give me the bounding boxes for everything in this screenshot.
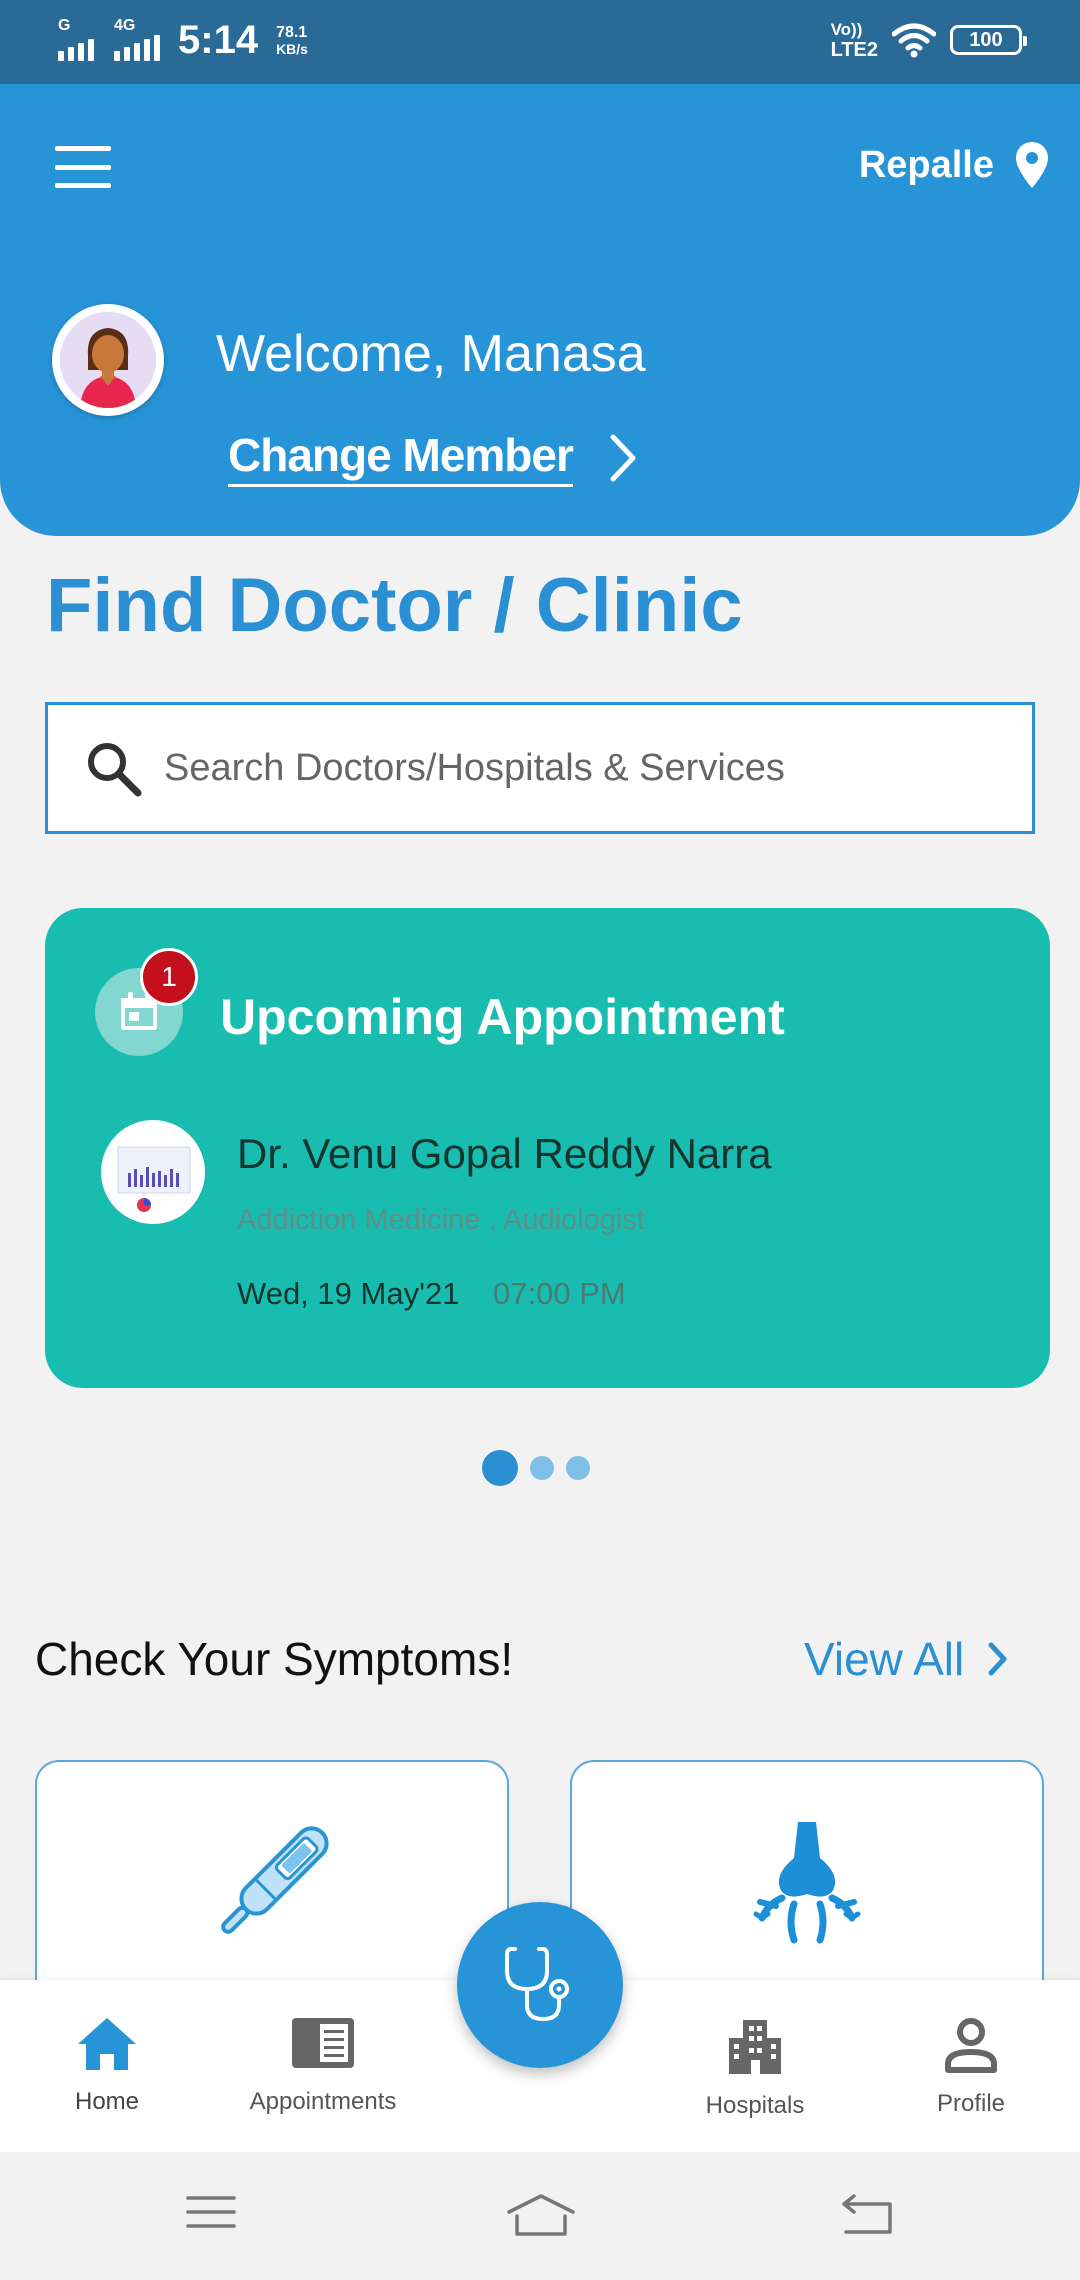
doctor-avatar: [101, 1120, 205, 1224]
thermometer-icon: [221, 1826, 329, 1934]
doctor-specialty: Addiction Medicine , Audiologist: [237, 1204, 645, 1236]
signal-sim1-icon: G: [58, 17, 94, 61]
view-all-button[interactable]: View All: [804, 1632, 1008, 1686]
status-bar: G 4G 5:14 78.1 KB/s Vo)) LTE2 100: [0, 0, 1080, 84]
nose-icon: [753, 1822, 861, 1944]
network-speed: 78.1 KB/s: [276, 23, 308, 57]
home-icon: [78, 2018, 136, 2070]
search-icon: [88, 743, 142, 797]
search-bar[interactable]: [45, 702, 1035, 834]
avatar[interactable]: [52, 304, 164, 416]
hospital-icon: [729, 2020, 781, 2074]
user-avatar-icon: [60, 312, 156, 408]
welcome-text: Welcome, Manasa: [216, 325, 646, 383]
consult-doctor-fab[interactable]: [457, 1902, 623, 2068]
stethoscope-icon: [505, 1947, 569, 2022]
volte-indicator: Vo)) LTE2: [830, 20, 878, 61]
nav-profile[interactable]: Profile: [871, 2016, 1071, 2118]
carousel-dot[interactable]: [530, 1456, 554, 1480]
carousel-dot[interactable]: [566, 1456, 590, 1480]
carousel-indicator: [482, 1450, 590, 1486]
menu-icon[interactable]: [55, 146, 111, 188]
signal-sim2-icon: 4G: [114, 17, 160, 61]
appointments-icon: [292, 2018, 354, 2068]
system-navigation-bar: [0, 2152, 1080, 2280]
doctor-name: Dr. Venu Gopal Reddy Narra: [237, 1130, 772, 1177]
change-member-button[interactable]: Change Member: [228, 428, 637, 487]
header: Repalle Welcome, Manasa Change Member: [0, 84, 1080, 536]
search-input[interactable]: [164, 746, 1004, 790]
wifi-icon: [892, 23, 936, 58]
location-selector[interactable]: Repalle: [859, 142, 1048, 188]
symptoms-heading: Check Your Symptoms!: [35, 1633, 514, 1685]
clock: 5:14: [178, 18, 259, 62]
appointment-title: Upcoming Appointment: [220, 989, 785, 1045]
carousel-dot[interactable]: [482, 1450, 518, 1486]
nav-home[interactable]: Home: [7, 2016, 207, 2116]
doctor-image: [104, 1123, 202, 1221]
back-icon[interactable]: [840, 2192, 896, 2236]
recent-apps-icon[interactable]: [184, 2192, 238, 2232]
battery-icon: 100: [950, 25, 1027, 55]
nav-hospitals[interactable]: Hospitals: [655, 2016, 855, 2120]
appointment-date: Wed, 19 May'21: [237, 1276, 460, 1311]
chevron-right-icon: [610, 434, 636, 481]
profile-icon: [945, 2018, 997, 2073]
page-title: Find Doctor / Clinic: [46, 563, 743, 648]
chevron-right-icon: [988, 1642, 1007, 1676]
notification-badge: 1: [140, 948, 198, 1006]
location-pin-icon: [1016, 142, 1048, 188]
nav-appointments[interactable]: Appointments: [223, 2016, 423, 2116]
upcoming-appointment-card[interactable]: 1 Upcoming Appointment Dr. Venu Gopal Re…: [45, 908, 1050, 1388]
appointment-time: 07:00 PM: [493, 1276, 626, 1311]
home-button-icon[interactable]: [505, 2192, 577, 2238]
